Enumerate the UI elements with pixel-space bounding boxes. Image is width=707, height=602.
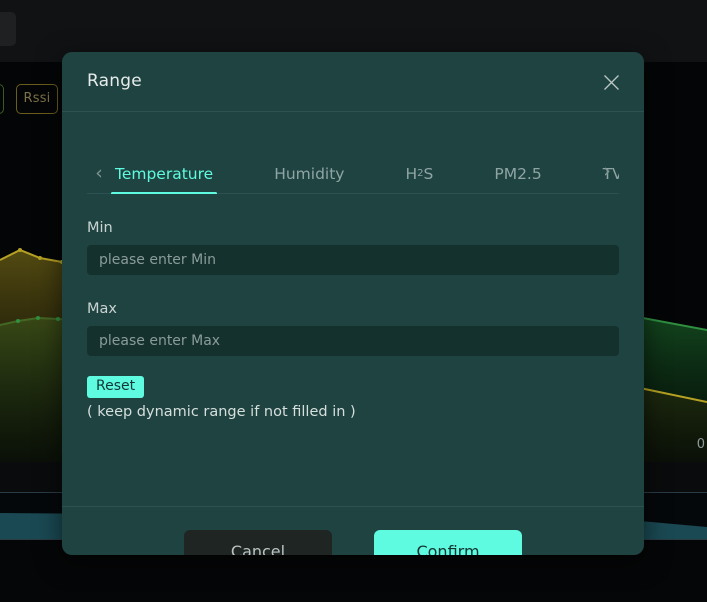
- close-icon[interactable]: [598, 69, 624, 95]
- tab-humidity[interactable]: Humidity: [270, 154, 348, 194]
- screen: Rssi 0 Range ‹ Temperature Humidity H 2 …: [0, 0, 707, 602]
- dialog-body: ‹ Temperature Humidity H2S PM2.5 TV › Mi…: [62, 154, 644, 506]
- measurement-tabs: ‹ Temperature Humidity H2S PM2.5 TV ›: [87, 154, 619, 194]
- max-label: Max: [87, 301, 117, 317]
- tab-label: Temperature: [115, 164, 214, 183]
- dialog-title: Range: [87, 71, 142, 91]
- tabs-next-arrow[interactable]: ›: [595, 162, 619, 181]
- tab-temperature[interactable]: Temperature: [111, 154, 218, 194]
- max-input[interactable]: [87, 326, 619, 356]
- min-input[interactable]: [87, 245, 619, 275]
- range-hint: ( keep dynamic range if not filled in ): [87, 404, 356, 421]
- dialog-header: Range: [62, 52, 644, 112]
- range-dialog: Range ‹ Temperature Humidity H 2 S PM2.5…: [62, 52, 644, 555]
- tabs-track: Temperature Humidity H2S PM2.5 TVOC: [111, 154, 619, 194]
- background-axis-label: 0: [696, 437, 705, 452]
- background-topbar-chip[interactable]: [0, 12, 16, 46]
- dialog-footer: Cancel Confirm: [62, 506, 644, 555]
- tab-label: Humidity: [274, 164, 345, 183]
- tab-label-tail: S: [423, 164, 434, 183]
- background-tag-rssi[interactable]: Rssi: [16, 84, 58, 114]
- tab-label: PM2.5: [494, 164, 542, 183]
- cancel-button[interactable]: Cancel: [184, 529, 332, 555]
- reset-button[interactable]: Reset: [87, 376, 145, 399]
- background-tag-secondary[interactable]: [0, 84, 4, 114]
- tab-pm25[interactable]: PM2.5: [490, 154, 545, 194]
- tab-h2s[interactable]: H2S: [401, 154, 437, 194]
- tabs-prev-arrow[interactable]: ‹: [87, 164, 111, 183]
- tab-label: H: [405, 164, 418, 183]
- min-label: Min: [87, 220, 113, 236]
- confirm-button[interactable]: Confirm: [374, 529, 522, 555]
